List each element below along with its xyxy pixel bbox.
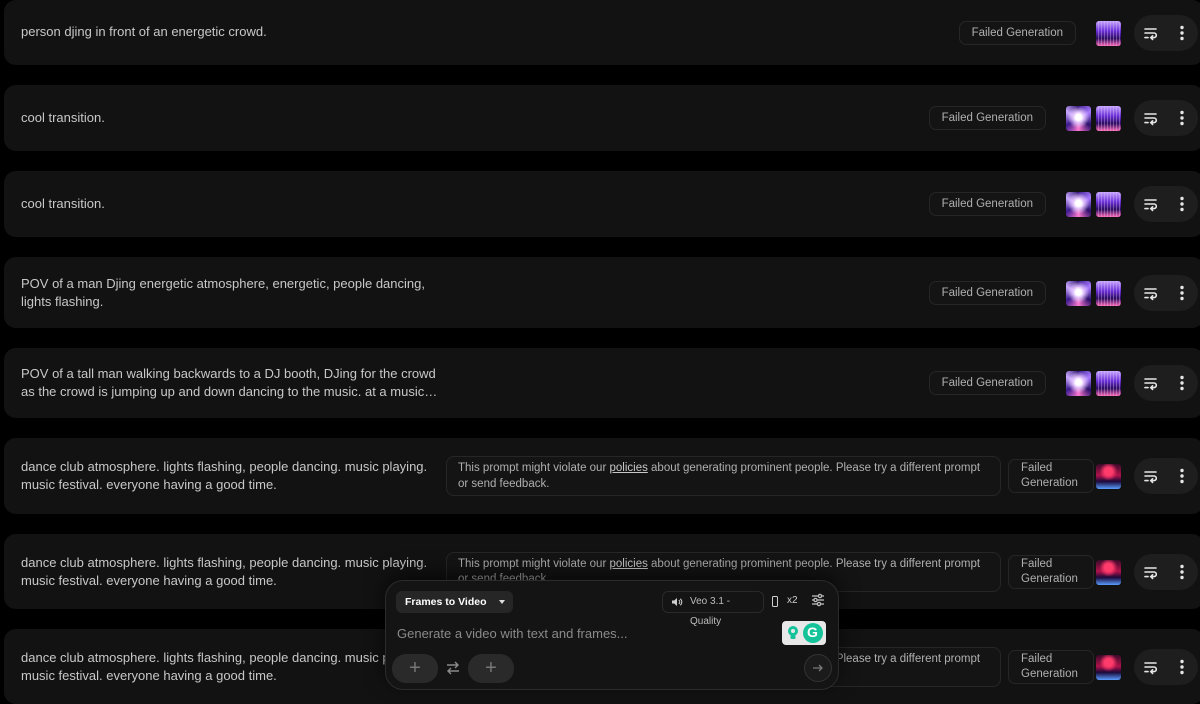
prompt-composer: Frames to Video Veo 3.1 - Quality x2 G +… — [385, 580, 839, 690]
send-button[interactable] — [804, 654, 832, 682]
red-stage-frame-thumbnail[interactable] — [1096, 559, 1121, 585]
row-actions — [1134, 274, 1198, 311]
red-stage-frame-thumbnail[interactable] — [1096, 464, 1121, 489]
reuse-prompt-icon[interactable] — [1143, 285, 1159, 301]
light-burst-frame-thumbnail[interactable] — [1066, 280, 1091, 306]
grammarly-icon: G — [803, 623, 823, 643]
add-start-frame-button[interactable]: + — [392, 654, 438, 683]
reuse-prompt-icon[interactable] — [1143, 468, 1159, 484]
status-badge: Failed Generation — [1008, 554, 1094, 589]
red-stage-frame-thumbnail[interactable] — [1096, 654, 1121, 680]
prompt-text: cool transition. — [21, 196, 105, 211]
crowd-frame-thumbnail[interactable] — [1096, 280, 1121, 306]
status-badge: Failed Generation — [958, 20, 1076, 45]
tune-icon[interactable] — [811, 593, 825, 607]
more-vert-icon[interactable] — [1174, 24, 1190, 42]
crowd-frame-thumbnail[interactable] — [1096, 106, 1121, 131]
row-actions — [1134, 100, 1198, 136]
row-actions — [1134, 365, 1198, 401]
send-arrow-icon — [813, 664, 823, 672]
status-badge: Failed Generation — [928, 280, 1046, 305]
reuse-prompt-icon[interactable] — [1143, 659, 1159, 675]
light-burst-frame-thumbnail[interactable] — [1066, 192, 1091, 217]
status-badge: Failed Generation — [928, 371, 1046, 395]
row-actions — [1134, 648, 1198, 685]
more-vert-icon[interactable] — [1174, 658, 1190, 676]
status-badge: Failed Generation — [1008, 649, 1094, 684]
crowd-frame-thumbnail[interactable] — [1096, 371, 1121, 396]
policy-warning-text: This prompt might violate our — [458, 462, 610, 474]
row-actions — [1134, 186, 1198, 222]
status-badge: Failed Generation — [1008, 459, 1094, 493]
generation-row[interactable]: cool transition. Failed Generation — [4, 85, 1200, 151]
light-burst-frame-thumbnail[interactable] — [1066, 106, 1091, 131]
grammarly-widget[interactable]: G — [782, 621, 826, 645]
generation-row[interactable]: dance club atmosphere. lights flashing, … — [4, 438, 1200, 514]
more-vert-icon[interactable] — [1174, 467, 1190, 485]
policy-warning-text: This prompt might violate our — [458, 557, 610, 570]
prompt-text: dance club atmosphere. lights flashing, … — [21, 459, 428, 492]
policy-warning: This prompt might violate our policies a… — [446, 456, 1001, 496]
reuse-prompt-icon[interactable] — [1143, 375, 1159, 391]
lightbulb-icon — [788, 626, 798, 639]
mode-label: Frames to Video — [405, 596, 487, 608]
reuse-prompt-icon[interactable] — [1143, 196, 1159, 212]
generation-row[interactable]: person djing in front of an energetic cr… — [4, 0, 1200, 65]
add-end-frame-button[interactable]: + — [468, 654, 514, 683]
prompt-text: cool transition. — [21, 110, 105, 125]
policies-link[interactable]: policies — [609, 558, 647, 570]
reuse-prompt-icon[interactable] — [1143, 110, 1159, 126]
mode-dropdown[interactable]: Frames to Video — [396, 591, 513, 613]
status-badge: Failed Generation — [928, 106, 1046, 130]
swap-icon[interactable] — [445, 661, 461, 675]
row-actions — [1134, 553, 1198, 590]
policies-link[interactable]: policies — [609, 462, 647, 474]
more-vert-icon[interactable] — [1174, 563, 1190, 581]
chevron-down-icon — [498, 600, 505, 604]
prompt-text: POV of a tall man walking backwards to a… — [21, 366, 436, 399]
more-vert-icon[interactable] — [1174, 109, 1190, 127]
prompt-text: dance club atmosphere. lights flashing, … — [21, 555, 428, 588]
reuse-prompt-icon[interactable] — [1143, 564, 1159, 580]
aspect-ratio-icon[interactable] — [772, 596, 778, 607]
generation-row[interactable]: cool transition. Failed Generation — [4, 171, 1200, 237]
generation-row[interactable]: POV of a tall man walking backwards to a… — [4, 348, 1200, 418]
crowd-frame-thumbnail[interactable] — [1096, 192, 1121, 217]
more-vert-icon[interactable] — [1174, 374, 1190, 392]
generation-row[interactable]: POV of a man Djing energetic atmosphere,… — [4, 257, 1200, 328]
speaker-icon — [672, 598, 683, 606]
status-badge: Failed Generation — [928, 192, 1046, 216]
reuse-prompt-icon[interactable] — [1143, 25, 1159, 41]
output-count[interactable]: x2 — [787, 595, 798, 606]
row-actions — [1134, 458, 1198, 494]
model-selector[interactable]: Veo 3.1 - Quality — [662, 591, 764, 627]
more-vert-icon[interactable] — [1174, 195, 1190, 213]
prompt-text: person djing in front of an energetic cr… — [21, 24, 267, 39]
crowd-frame-thumbnail[interactable] — [1096, 20, 1121, 46]
prompt-text: POV of a man Djing energetic atmosphere,… — [21, 276, 425, 309]
more-vert-icon[interactable] — [1174, 284, 1190, 302]
row-actions — [1134, 14, 1198, 51]
light-burst-frame-thumbnail[interactable] — [1066, 371, 1091, 396]
prompt-input[interactable] — [397, 623, 777, 643]
